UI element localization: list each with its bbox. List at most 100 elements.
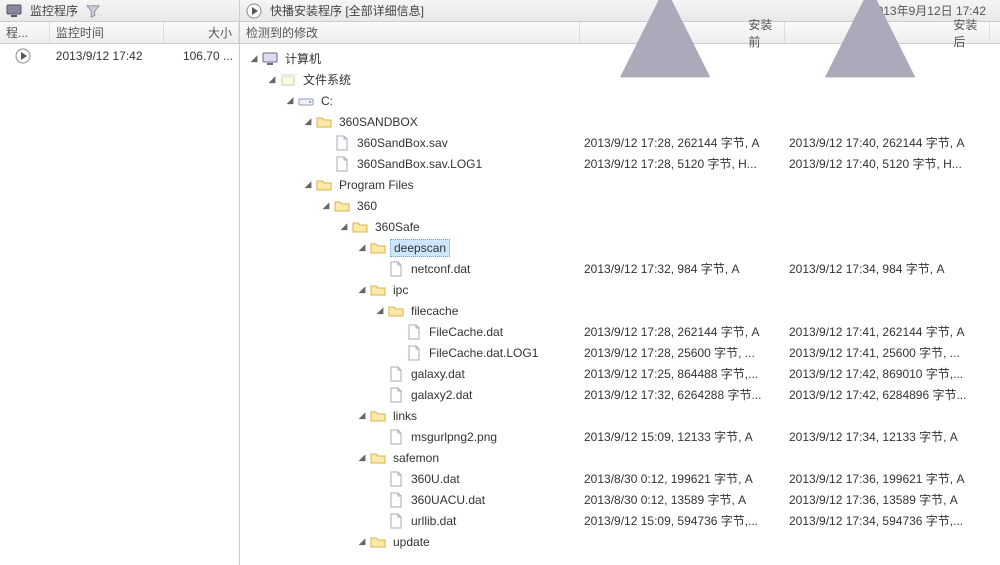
tree-file[interactable]: ·urllib.dat2013/9/12 15:09, 594736 字节,..… xyxy=(240,510,1000,531)
file-icon xyxy=(388,492,404,508)
file-icon xyxy=(388,429,404,445)
tree-file[interactable]: ·360SandBox.sav2013/9/12 17:28, 262144 字… xyxy=(240,132,1000,153)
node-label: update xyxy=(390,534,433,550)
node-label: netconf.dat xyxy=(408,261,473,277)
tree-file[interactable]: ·netconf.dat2013/9/12 17:32, 984 字节, A20… xyxy=(240,258,1000,279)
tree-file[interactable]: ·FileCache.dat2013/9/12 17:28, 262144 字节… xyxy=(240,321,1000,342)
expander-icon[interactable]: ◢ xyxy=(284,95,296,107)
tree-folder[interactable]: ◢360 xyxy=(240,195,1000,216)
monitor-row-time: 2013/9/12 17:42 xyxy=(50,49,165,63)
before-value: 2013/9/12 15:09, 594736 字节,... xyxy=(580,512,785,529)
monitor-row[interactable]: 2013/9/12 17:42 106.70 ... xyxy=(0,44,239,68)
tree-file[interactable]: ·FileCache.dat.LOG12013/9/12 17:28, 2560… xyxy=(240,342,1000,363)
folder-icon xyxy=(334,198,350,214)
tree-folder[interactable]: ◢safemon xyxy=(240,447,1000,468)
expander-icon[interactable]: ◢ xyxy=(356,410,368,422)
expander-icon[interactable]: ◢ xyxy=(356,452,368,464)
file-tree[interactable]: ◢计算机◢文件系统◢C:◢360SANDBOX·360SandBox.sav20… xyxy=(240,44,1000,556)
tree-file[interactable]: ·360SandBox.sav.LOG12013/9/12 17:28, 512… xyxy=(240,153,1000,174)
col-program[interactable]: 程... xyxy=(0,22,50,43)
detail-columns: 检测到的修改 安装前 安装后 xyxy=(240,22,1000,44)
after-value: 2013/9/12 17:36, 199621 字节, A xyxy=(785,470,990,487)
node-label: msgurlpng2.png xyxy=(408,429,500,445)
after-value: 2013/9/12 17:41, 262144 字节, A xyxy=(785,323,990,340)
folder-icon xyxy=(352,219,368,235)
folder-icon xyxy=(370,450,386,466)
after-icon xyxy=(791,0,949,112)
after-value: 2013/9/12 17:40, 5120 字节, H... xyxy=(785,155,990,172)
col-after[interactable]: 安装后 xyxy=(785,22,990,43)
expander-icon[interactable]: ◢ xyxy=(338,221,350,233)
node-label: FileCache.dat xyxy=(426,324,506,340)
tree-folder[interactable]: ◢ filecache xyxy=(240,300,1000,321)
col-before[interactable]: 安装前 xyxy=(580,22,785,43)
node-label: 文件系统 xyxy=(300,70,354,89)
node-label: galaxy2.dat xyxy=(408,387,475,403)
expander-icon[interactable]: ◢ xyxy=(356,536,368,548)
node-label: Program Files xyxy=(336,177,417,193)
node-label: 360UACU.dat xyxy=(408,492,488,508)
tree-folder[interactable]: ◢ 360Safe xyxy=(240,216,1000,237)
monitor-panel-title: 监控程序 xyxy=(30,2,78,19)
expander-icon[interactable]: ◢ xyxy=(356,242,368,254)
expander-icon[interactable]: ◢ xyxy=(320,200,332,212)
node-label: 360Safe xyxy=(372,219,423,235)
monitor-panel: 监控程序 程... 监控时间 大小 2013/9/12 17:42 106.70… xyxy=(0,0,240,565)
folder-icon xyxy=(370,240,386,256)
col-size[interactable]: 大小 xyxy=(164,22,239,43)
col-changes[interactable]: 检测到的修改 xyxy=(240,22,580,43)
tree-folder[interactable]: ◢links xyxy=(240,405,1000,426)
tree-file[interactable]: ·galaxy2.dat2013/9/12 17:32, 6264288 字节.… xyxy=(240,384,1000,405)
monitor-panel-header: 监控程序 xyxy=(0,0,239,22)
tree-file[interactable]: ·360UACU.dat2013/8/30 0:12, 13589 字节, A2… xyxy=(240,489,1000,510)
expander-icon[interactable]: ◢ xyxy=(356,284,368,296)
folder-icon xyxy=(370,408,386,424)
tree-folder[interactable]: ◢360SANDBOX xyxy=(240,111,1000,132)
file-icon xyxy=(388,513,404,529)
tree-folder[interactable]: ◢ Program Files xyxy=(240,174,1000,195)
file-icon xyxy=(334,135,350,151)
col-monitor-time[interactable]: 监控时间 xyxy=(50,22,165,43)
play-icon xyxy=(15,48,31,64)
before-value: 2013/9/12 17:32, 6264288 字节... xyxy=(580,386,785,403)
expander-icon[interactable]: ◢ xyxy=(248,53,260,65)
tree-file[interactable]: ·360U.dat2013/8/30 0:12, 199621 字节, A201… xyxy=(240,468,1000,489)
expander-icon[interactable]: ◢ xyxy=(302,179,314,191)
file-icon xyxy=(388,471,404,487)
tree-file[interactable]: ·galaxy.dat2013/9/12 17:25, 864488 字节,..… xyxy=(240,363,1000,384)
expander-icon[interactable]: ◢ xyxy=(266,74,278,86)
node-label: C: xyxy=(318,93,336,109)
folder-icon xyxy=(370,534,386,550)
node-label: filecache xyxy=(408,303,461,319)
node-label: 360U.dat xyxy=(408,471,463,487)
monitor-columns: 程... 监控时间 大小 xyxy=(0,22,239,44)
before-value: 2013/9/12 17:28, 262144 字节, A xyxy=(580,323,785,340)
tree-folder[interactable]: ◢deepscan xyxy=(240,237,1000,258)
before-value: 2013/9/12 17:32, 984 字节, A xyxy=(580,260,785,277)
before-value: 2013/8/30 0:12, 13589 字节, A xyxy=(580,491,785,508)
node-label: 360SandBox.sav xyxy=(354,135,451,151)
file-icon xyxy=(388,366,404,382)
filter-icon[interactable] xyxy=(86,4,100,18)
file-icon xyxy=(388,261,404,277)
before-value: 2013/8/30 0:12, 199621 字节, A xyxy=(580,470,785,487)
detail-panel-title: 快播安装程序 [全部详细信息] xyxy=(270,2,424,19)
tree-file[interactable]: ·msgurlpng2.png2013/9/12 15:09, 12133 字节… xyxy=(240,426,1000,447)
folder-icon xyxy=(316,114,332,130)
expander-icon[interactable]: ◢ xyxy=(302,116,314,128)
play-icon xyxy=(246,3,262,19)
after-value: 2013/9/12 17:34, 984 字节, A xyxy=(785,260,990,277)
file-icon xyxy=(334,156,350,172)
after-value: 2013/9/12 17:42, 6284896 字节... xyxy=(785,386,990,403)
tree-folder[interactable]: ◢ update xyxy=(240,531,1000,552)
after-value: 2013/9/12 17:34, 594736 字节,... xyxy=(785,512,990,529)
before-value: 2013/9/12 17:28, 262144 字节, A xyxy=(580,134,785,151)
tree-folder[interactable]: ◢ipc xyxy=(240,279,1000,300)
node-label: galaxy.dat xyxy=(408,366,468,382)
before-value: 2013/9/12 17:28, 25600 字节, ... xyxy=(580,344,785,361)
monitor-row-size: 106.70 ... xyxy=(164,49,239,63)
after-value: 2013/9/12 17:41, 25600 字节, ... xyxy=(785,344,990,361)
before-icon xyxy=(586,0,744,112)
expander-icon[interactable]: ◢ xyxy=(374,305,386,317)
node-label: 360SandBox.sav.LOG1 xyxy=(354,156,485,172)
